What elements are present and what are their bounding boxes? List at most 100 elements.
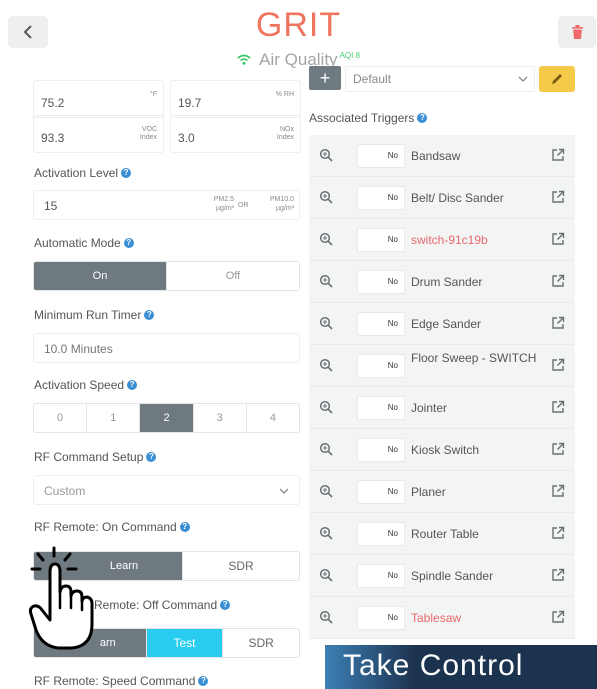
help-icon[interactable]: ? bbox=[123, 237, 134, 248]
trigger-toggle[interactable]: No bbox=[357, 564, 405, 588]
rf-off-test-button[interactable]: Test bbox=[146, 629, 224, 657]
trash-icon bbox=[571, 25, 583, 39]
trigger-toggle[interactable]: No bbox=[357, 312, 405, 336]
sensor-unit: % RH bbox=[275, 91, 294, 98]
help-icon[interactable]: ? bbox=[179, 521, 190, 532]
help-icon[interactable]: ? bbox=[220, 599, 231, 610]
magnify-icon[interactable] bbox=[319, 484, 333, 498]
trigger-row: No Edge Sander bbox=[309, 303, 575, 345]
add-preset-button[interactable]: + bbox=[309, 66, 341, 90]
external-link-icon[interactable] bbox=[551, 484, 565, 498]
automatic-mode-toggle[interactable]: On Off bbox=[33, 261, 300, 291]
page-title: GRIT bbox=[255, 6, 342, 44]
help-icon[interactable]: ? bbox=[121, 167, 132, 178]
activation-level-input[interactable]: 15 PM2.5 µg/m³ OR PM10.0 µg/m³ bbox=[33, 190, 300, 220]
wifi-icon bbox=[237, 52, 255, 69]
magnify-icon[interactable] bbox=[319, 610, 333, 624]
trigger-toggle[interactable]: No bbox=[357, 606, 405, 630]
rf-on-sdr-button[interactable]: SDR bbox=[183, 552, 299, 580]
automatic-mode-label: Automatic Mode? bbox=[34, 236, 134, 250]
automatic-mode-on[interactable]: On bbox=[34, 262, 167, 290]
activation-speed-selector[interactable]: 0 1 2 3 4 bbox=[33, 403, 300, 433]
sensor-tile-voc: 93.3 VOC Index bbox=[33, 115, 164, 153]
rf-off-sdr-button[interactable]: SDR bbox=[223, 629, 299, 657]
external-link-icon[interactable] bbox=[551, 358, 565, 372]
speed-option-0[interactable]: 0 bbox=[34, 404, 88, 432]
banner-text: Take Control bbox=[343, 649, 524, 682]
trigger-toggle[interactable]: No bbox=[357, 438, 405, 462]
automatic-mode-off[interactable]: Off bbox=[167, 262, 299, 290]
external-link-icon[interactable] bbox=[551, 190, 565, 204]
external-link-icon[interactable] bbox=[551, 526, 565, 540]
external-link-icon[interactable] bbox=[551, 232, 565, 246]
trigger-toggle[interactable]: No bbox=[357, 186, 405, 210]
preset-value: Default bbox=[353, 72, 392, 86]
external-link-icon[interactable] bbox=[551, 442, 565, 456]
trigger-toggle[interactable]: No bbox=[357, 144, 405, 168]
trigger-row: No Spindle Sander bbox=[309, 555, 575, 597]
trigger-toggle[interactable]: No bbox=[357, 228, 405, 252]
trigger-toggle[interactable]: No bbox=[357, 354, 405, 378]
speed-option-3[interactable]: 3 bbox=[194, 404, 247, 432]
external-link-icon[interactable] bbox=[551, 274, 565, 288]
external-link-icon[interactable] bbox=[551, 148, 565, 162]
help-icon[interactable]: ? bbox=[127, 379, 138, 390]
magnify-icon[interactable] bbox=[319, 190, 333, 204]
help-icon[interactable]: ? bbox=[198, 675, 209, 686]
trigger-row: No Floor Sweep - SWITCH bbox=[309, 345, 575, 387]
trigger-name: Floor Sweep - SWITCH bbox=[411, 351, 537, 365]
sensor-value: 19.7 bbox=[178, 96, 202, 110]
trigger-name: Jointer bbox=[411, 401, 448, 415]
trigger-name: Edge Sander bbox=[411, 317, 482, 331]
help-icon[interactable]: ? bbox=[417, 112, 428, 123]
trigger-toggle[interactable]: No bbox=[357, 480, 405, 504]
trigger-row: No Tablesaw bbox=[309, 597, 575, 639]
external-link-icon[interactable] bbox=[551, 400, 565, 414]
unit-pm25: PM2.5 µg/m³ bbox=[213, 196, 234, 212]
unit-pm10: PM10.0 µg/m³ bbox=[269, 196, 294, 212]
unit-or: OR bbox=[238, 202, 249, 209]
trigger-name: Bandsaw bbox=[411, 149, 461, 163]
sensor-tile-temperature: 75.2 °F bbox=[33, 80, 164, 118]
trigger-toggle[interactable]: No bbox=[357, 396, 405, 420]
min-run-timer-label: Minimum Run Timer? bbox=[34, 308, 155, 322]
external-link-icon[interactable] bbox=[551, 316, 565, 330]
rf-command-setup-label: RF Command Setup? bbox=[34, 450, 157, 464]
edit-preset-button[interactable] bbox=[539, 66, 575, 92]
help-icon[interactable]: ? bbox=[144, 309, 155, 320]
magnify-icon[interactable] bbox=[319, 316, 333, 330]
min-run-timer-input[interactable]: 10.0 Minutes bbox=[33, 333, 300, 363]
delete-button[interactable] bbox=[558, 16, 596, 48]
chevron-down-icon bbox=[518, 76, 528, 82]
trigger-row: No Bandsaw bbox=[309, 135, 575, 177]
magnify-icon[interactable] bbox=[319, 274, 333, 288]
magnify-icon[interactable] bbox=[319, 148, 333, 162]
sensor-unit: NOx Index bbox=[276, 126, 294, 141]
magnify-icon[interactable] bbox=[319, 442, 333, 456]
magnify-icon[interactable] bbox=[319, 568, 333, 582]
speed-option-4[interactable]: 4 bbox=[247, 404, 299, 432]
rf-off-command-label: Remote: Off Command? bbox=[94, 598, 231, 612]
preset-select[interactable]: Default bbox=[345, 66, 535, 92]
rf-on-command-label: RF Remote: On Command? bbox=[34, 520, 190, 534]
magnify-icon[interactable] bbox=[319, 358, 333, 372]
take-control-banner: Take Control bbox=[325, 645, 597, 689]
activation-speed-label: Activation Speed? bbox=[34, 378, 138, 392]
help-icon[interactable]: ? bbox=[146, 451, 157, 462]
external-link-icon[interactable] bbox=[551, 610, 565, 624]
plus-icon: + bbox=[319, 67, 331, 88]
rf-command-setup-select[interactable]: Custom bbox=[33, 475, 300, 505]
magnify-icon[interactable] bbox=[319, 232, 333, 246]
magnify-icon[interactable] bbox=[319, 526, 333, 540]
sensor-unit: °F bbox=[149, 91, 157, 98]
trigger-row: No switch-91c19b bbox=[309, 219, 575, 261]
external-link-icon[interactable] bbox=[551, 568, 565, 582]
trigger-row: No Router Table bbox=[309, 513, 575, 555]
trigger-toggle[interactable]: No bbox=[357, 522, 405, 546]
speed-option-1[interactable]: 1 bbox=[87, 404, 141, 432]
trigger-name: Router Table bbox=[411, 527, 479, 541]
magnify-icon[interactable] bbox=[319, 400, 333, 414]
speed-option-2[interactable]: 2 bbox=[140, 404, 194, 432]
trigger-toggle[interactable]: No bbox=[357, 270, 405, 294]
trigger-row: No Planer bbox=[309, 471, 575, 513]
